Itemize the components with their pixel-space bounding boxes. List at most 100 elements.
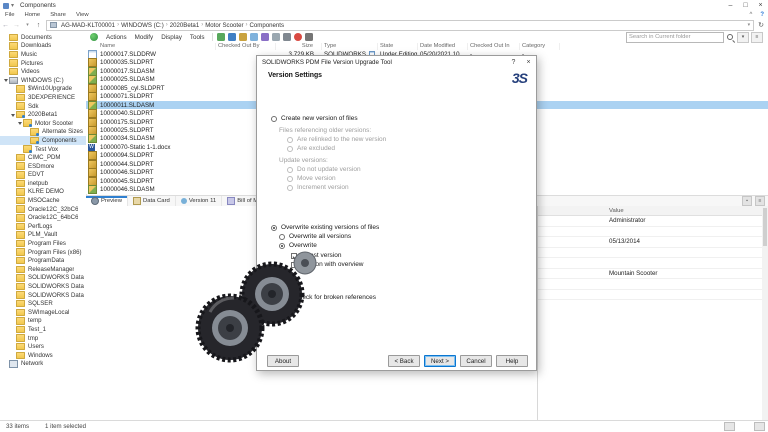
details-view-icon[interactable] bbox=[724, 422, 735, 431]
ribbon-collapse-icon[interactable]: ^ bbox=[746, 12, 757, 18]
sidebar-item-videos[interactable]: Videos bbox=[0, 67, 86, 76]
breadcrumb[interactable]: AG-MAD-KLT00001›WINDOWS (C:)›2020Beta1›M… bbox=[46, 20, 754, 31]
sidebar-item-inetpub[interactable]: inetpub bbox=[0, 179, 86, 188]
sidebar-item-plm-vault[interactable]: PLM_Vault bbox=[0, 231, 86, 240]
undo-check-out-icon[interactable] bbox=[239, 33, 247, 41]
stop-icon[interactable] bbox=[294, 33, 302, 41]
breadcrumb-segment-windows-c[interactable]: WINDOWS (C:) bbox=[119, 22, 166, 29]
column-header-checked-out-by[interactable]: Checked Out By bbox=[216, 43, 276, 50]
cancel-button[interactable]: Cancel bbox=[460, 355, 492, 367]
breadcrumb-segment-ag-mad-klt00001[interactable]: AG-MAD-KLT00001 bbox=[59, 22, 117, 29]
column-header-state[interactable]: State bbox=[378, 43, 418, 50]
menu-display[interactable]: Display bbox=[157, 34, 186, 41]
menu-actions[interactable]: Actions bbox=[102, 34, 131, 41]
search-icon[interactable] bbox=[725, 32, 736, 42]
history-icon[interactable] bbox=[261, 33, 269, 41]
menu-modify[interactable]: Modify bbox=[131, 34, 158, 41]
sidebar-item-oracle12c-64bc6[interactable]: Oracle12C_64bC6 bbox=[0, 213, 86, 222]
sidebar-item-program-files[interactable]: Program Files bbox=[0, 239, 86, 248]
ribbon-tab-view[interactable]: View bbox=[71, 12, 94, 18]
back-button[interactable]: ← bbox=[0, 22, 11, 29]
sidebar-item-test-vox[interactable]: Test Vox bbox=[0, 145, 86, 154]
history-dropdown-icon[interactable]: ▾ bbox=[22, 22, 33, 28]
column-header-name[interactable]: Name bbox=[98, 43, 216, 50]
sidebar-item-solidworks-data-3[interactable]: SOLIDWORKS Data (3) bbox=[0, 291, 86, 300]
sidebar-item-components[interactable]: Components bbox=[0, 136, 86, 145]
maximize-button[interactable]: □ bbox=[738, 0, 753, 11]
sidebar-item-music[interactable]: Music bbox=[0, 50, 86, 59]
check-in-icon[interactable] bbox=[228, 33, 236, 41]
sidebar-item-cimc-pdm[interactable]: CIMC_PDM bbox=[0, 153, 86, 162]
about-button[interactable]: About bbox=[267, 355, 299, 367]
sidebar-item-win10upgrade[interactable]: $Win10Upgrade bbox=[0, 85, 86, 94]
sidebar-item-programdata[interactable]: ProgramData bbox=[0, 256, 86, 265]
detail-scrollbar[interactable] bbox=[762, 206, 768, 421]
sidebar-item-solidworks-data-2[interactable]: SOLIDWORKS Data (2) bbox=[0, 282, 86, 291]
sidebar-item-test-1[interactable]: Test_1 bbox=[0, 325, 86, 334]
sidebar-item-esdmore[interactable]: ESDmore bbox=[0, 162, 86, 171]
ribbon-tab-share[interactable]: Share bbox=[45, 12, 71, 18]
panel-options-icon[interactable]: ≡ bbox=[755, 196, 765, 206]
next-button[interactable]: Next > bbox=[424, 355, 456, 367]
ribbon-tab-home[interactable]: Home bbox=[20, 12, 46, 18]
sidebar-item-edvt[interactable]: EDVT bbox=[0, 171, 86, 180]
sidebar-item-2020beta1[interactable]: 2020Beta1 bbox=[0, 110, 86, 119]
breadcrumb-segment-motor-scooter[interactable]: Motor Scooter bbox=[203, 22, 245, 29]
sidebar-item-oracle12c-32bc6[interactable]: Oracle12C_32bC6 bbox=[0, 205, 86, 214]
search-option-icon-0[interactable]: ▾ bbox=[737, 32, 749, 43]
menu-tools[interactable]: Tools bbox=[186, 34, 209, 41]
minimize-button[interactable]: – bbox=[723, 0, 738, 11]
sidebar-item-program-files-x86[interactable]: Program Files (x86) bbox=[0, 248, 86, 257]
column-header-size[interactable]: Size bbox=[276, 43, 322, 50]
sidebar-item-documents[interactable]: Documents bbox=[0, 33, 86, 42]
qat-dropdown-icon[interactable]: ▾ bbox=[11, 2, 14, 9]
option-latest-version[interactable]: Latest version bbox=[291, 251, 526, 260]
sidebar-item-users[interactable]: Users bbox=[0, 342, 86, 351]
get-latest-icon[interactable] bbox=[250, 33, 258, 41]
thumbnail-view-icon[interactable] bbox=[754, 422, 765, 431]
sidebar-item-swimagelocal[interactable]: SWImageLocal bbox=[0, 308, 86, 317]
option-version-with-overview[interactable]: Version with overview bbox=[291, 260, 526, 269]
sidebar-item-sdk[interactable]: Sdk bbox=[0, 102, 86, 111]
option-create-new-version-of-files[interactable]: Create new version of files bbox=[271, 114, 526, 123]
sidebar-item-msocache[interactable]: MSOCache bbox=[0, 196, 86, 205]
breadcrumb-segment-components[interactable]: Components bbox=[248, 22, 287, 29]
print-icon[interactable] bbox=[272, 33, 280, 41]
address-dropdown-icon[interactable]: ▾ bbox=[745, 22, 754, 28]
search-files-icon[interactable] bbox=[283, 33, 291, 41]
search-input[interactable] bbox=[626, 32, 724, 43]
sidebar-item-temp[interactable]: temp bbox=[0, 317, 86, 326]
sidebar-item-3dexperience[interactable]: 3DEXPERIENCE bbox=[0, 93, 86, 102]
column-header-checked-out-in[interactable]: Checked Out In bbox=[468, 43, 520, 50]
option-overwrite-all-versions[interactable]: Overwrite all versions bbox=[279, 232, 526, 241]
check-out-icon[interactable] bbox=[217, 33, 225, 41]
sidebar-item-network[interactable]: Network bbox=[0, 360, 86, 369]
sidebar-item-downloads[interactable]: Downloads bbox=[0, 42, 86, 51]
dialog-help-button[interactable]: ? bbox=[506, 56, 521, 69]
panel-pin-icon[interactable]: ▪ bbox=[742, 196, 752, 206]
help-icon[interactable]: ? bbox=[756, 12, 768, 18]
forward-button[interactable]: → bbox=[11, 22, 22, 29]
column-header-date-modified[interactable]: Date Modified bbox=[418, 43, 468, 50]
sidebar-item-alternate-sizes[interactable]: Alternate Sizes bbox=[0, 128, 86, 137]
sidebar-item-tmp[interactable]: tmp bbox=[0, 334, 86, 343]
sidebar-item-releasemanager[interactable]: ReleaseManager bbox=[0, 265, 86, 274]
up-button[interactable]: ↑ bbox=[33, 22, 44, 29]
sidebar-item-motor-scooter[interactable]: Motor Scooter bbox=[0, 119, 86, 128]
close-button[interactable]: × bbox=[753, 0, 768, 11]
column-header-category[interactable]: Category bbox=[520, 43, 560, 50]
sidebar-item-klre-demo[interactable]: KLRE DEMO bbox=[0, 188, 86, 197]
search-option-icon-1[interactable]: ≡ bbox=[751, 32, 763, 43]
sidebar-item-solidworks-data[interactable]: SOLIDWORKS Data bbox=[0, 274, 86, 283]
sidebar-item-windows[interactable]: Windows bbox=[0, 351, 86, 360]
sidebar-item-sqlser[interactable]: SQLSER bbox=[0, 299, 86, 308]
ribbon-tab-file[interactable]: File bbox=[0, 12, 20, 18]
option-overwrite[interactable]: Overwrite bbox=[279, 241, 526, 250]
sidebar-item-pictures[interactable]: Pictures bbox=[0, 59, 86, 68]
sidebar-item-windows-c[interactable]: WINDOWS (C:) bbox=[0, 76, 86, 85]
dialog-close-button[interactable]: × bbox=[521, 56, 536, 69]
breadcrumb-segment-2020beta1[interactable]: 2020Beta1 bbox=[168, 22, 201, 29]
option-skip-check-for-broken-references[interactable]: Skip check for broken references bbox=[271, 293, 526, 302]
option-overwrite-existing-versions-of-files[interactable]: Overwrite existing versions of files bbox=[271, 223, 526, 232]
sidebar-item-perflogs[interactable]: PerfLogs bbox=[0, 222, 86, 231]
